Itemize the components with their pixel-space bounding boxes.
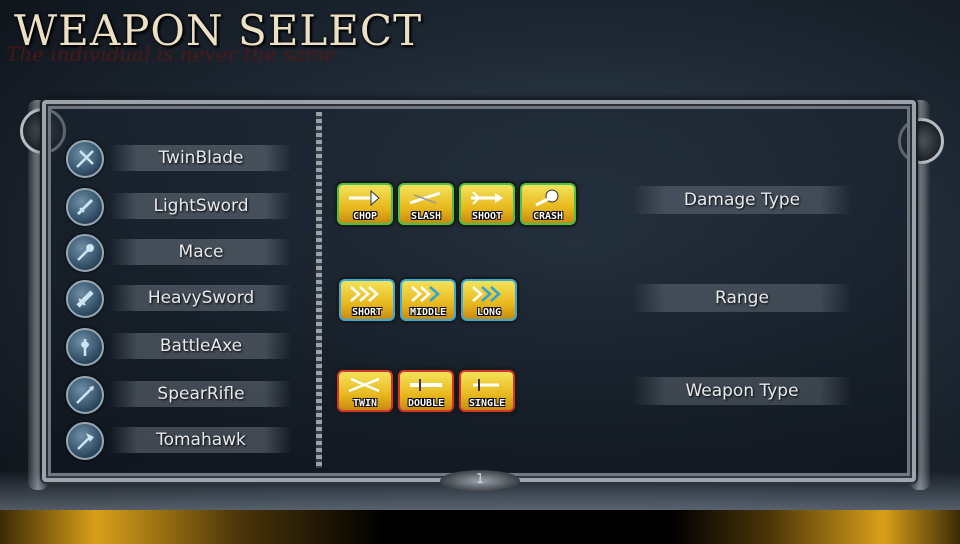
weapon-label: LightSword: [110, 193, 292, 219]
badge-label: SHOOT: [471, 211, 503, 222]
tomahawk-icon: [66, 422, 104, 460]
weapon-label: TwinBlade: [110, 145, 292, 171]
weapon-item-tomahawk[interactable]: Tomahawk: [66, 422, 296, 460]
double-type-icon: [410, 379, 442, 391]
badge-label: CRASH: [532, 211, 564, 222]
weapon-label: HeavySword: [110, 285, 292, 311]
battleaxe-icon: [66, 328, 104, 366]
range-middle-badge[interactable]: MIDDLE: [400, 279, 456, 321]
badge-label: DOUBLE: [407, 398, 445, 409]
damage-crash-badge[interactable]: CRASH: [520, 183, 576, 225]
divider-chain: [316, 112, 322, 468]
spearrifle-icon: [66, 376, 104, 414]
range-label: Range: [632, 284, 852, 312]
weapon-item-mace[interactable]: Mace: [66, 234, 296, 272]
weapon-item-spearrifle[interactable]: SpearRifle: [66, 376, 296, 414]
damage-chop-badge[interactable]: CHOP: [337, 183, 393, 225]
chop-icon: [349, 189, 380, 207]
slash-icon: [409, 191, 441, 205]
long-range-icon: [472, 286, 501, 302]
mace-icon: [66, 234, 104, 272]
badge-label: SHORT: [351, 307, 383, 318]
damage-shoot-badge[interactable]: SHOOT: [459, 183, 515, 225]
weapon-type-label: Weapon Type: [632, 377, 852, 405]
badge-label: LONG: [476, 307, 502, 318]
weapon-item-twinblade[interactable]: TwinBlade: [66, 140, 296, 178]
badge-label: CHOP: [352, 211, 378, 222]
badge-label: TWIN: [352, 398, 378, 409]
weapon-item-heavysword[interactable]: HeavySword: [66, 280, 296, 318]
twinblade-icon: [66, 140, 104, 178]
weapon-item-battleaxe[interactable]: BattleAxe: [66, 328, 296, 366]
screen-subtitle: The individual is never the same: [6, 42, 336, 66]
range-long-badge[interactable]: LONG: [461, 279, 517, 321]
shoot-icon: [471, 191, 503, 205]
middle-range-icon: [411, 286, 440, 302]
weapon-type-single-badge[interactable]: SINGLE: [459, 370, 515, 412]
page-number: 1: [475, 472, 485, 487]
weapon-label: Mace: [110, 239, 292, 265]
badge-label: MIDDLE: [409, 307, 447, 318]
heavysword-icon: [66, 280, 104, 318]
weapon-item-lightsword[interactable]: LightSword: [66, 188, 296, 226]
damage-slash-badge[interactable]: SLASH: [398, 183, 454, 225]
badge-label: SINGLE: [468, 398, 506, 409]
twin-type-icon: [348, 377, 380, 393]
lightsword-icon: [66, 188, 104, 226]
badge-label: SLASH: [410, 211, 442, 222]
weapon-type-double-badge[interactable]: DOUBLE: [398, 370, 454, 412]
weapon-label: SpearRifle: [110, 381, 292, 407]
weapon-label: BattleAxe: [110, 333, 292, 359]
single-type-icon: [473, 379, 499, 391]
damage-type-label: Damage Type: [632, 186, 852, 214]
bottom-gold-strip: [0, 510, 960, 544]
crash-icon: [535, 189, 559, 207]
weapon-type-twin-badge[interactable]: TWIN: [337, 370, 393, 412]
weapon-label: Tomahawk: [110, 427, 292, 453]
range-short-badge[interactable]: SHORT: [339, 279, 395, 321]
short-range-icon: [350, 286, 379, 302]
